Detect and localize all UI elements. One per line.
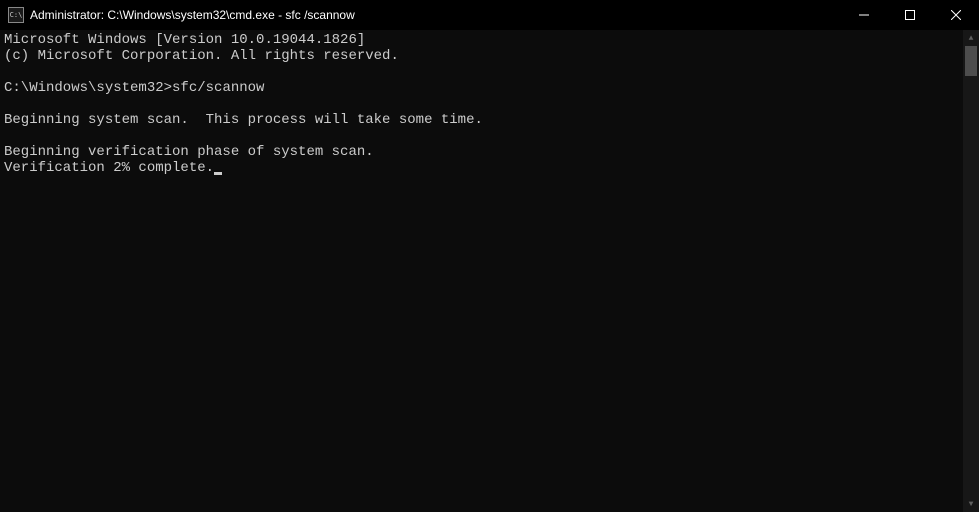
scrollbar-thumb[interactable] <box>965 46 977 76</box>
version-line: Microsoft Windows [Version 10.0.19044.18… <box>4 32 365 48</box>
terminal-cursor <box>214 172 222 175</box>
maximize-icon <box>905 10 915 20</box>
window-title: Administrator: C:\Windows\system32\cmd.e… <box>30 8 841 22</box>
command: sfc/scannow <box>172 80 264 96</box>
minimize-button[interactable] <box>841 0 887 30</box>
close-icon <box>951 10 961 20</box>
window-titlebar[interactable]: C:\ Administrator: C:\Windows\system32\c… <box>0 0 979 30</box>
terminal-wrapper: Microsoft Windows [Version 10.0.19044.18… <box>0 30 979 512</box>
copyright-line: (c) Microsoft Corporation. All rights re… <box>4 48 399 64</box>
window-controls <box>841 0 979 30</box>
minimize-icon <box>859 10 869 20</box>
cmd-icon-label: C:\ <box>10 12 23 19</box>
scrollbar-up-button[interactable]: ▲ <box>963 30 979 46</box>
vertical-scrollbar[interactable]: ▲ ▼ <box>963 30 979 512</box>
maximize-button[interactable] <box>887 0 933 30</box>
scrollbar-down-button[interactable]: ▼ <box>963 496 979 512</box>
scan-begin-line: Beginning system scan. This process will… <box>4 112 483 128</box>
verification-progress-line: Verification 2% complete. <box>4 160 214 176</box>
close-button[interactable] <box>933 0 979 30</box>
prompt: C:\Windows\system32> <box>4 80 172 96</box>
terminal-output[interactable]: Microsoft Windows [Version 10.0.19044.18… <box>0 30 963 512</box>
cmd-icon: C:\ <box>8 7 24 23</box>
verification-begin-line: Beginning verification phase of system s… <box>4 144 374 160</box>
